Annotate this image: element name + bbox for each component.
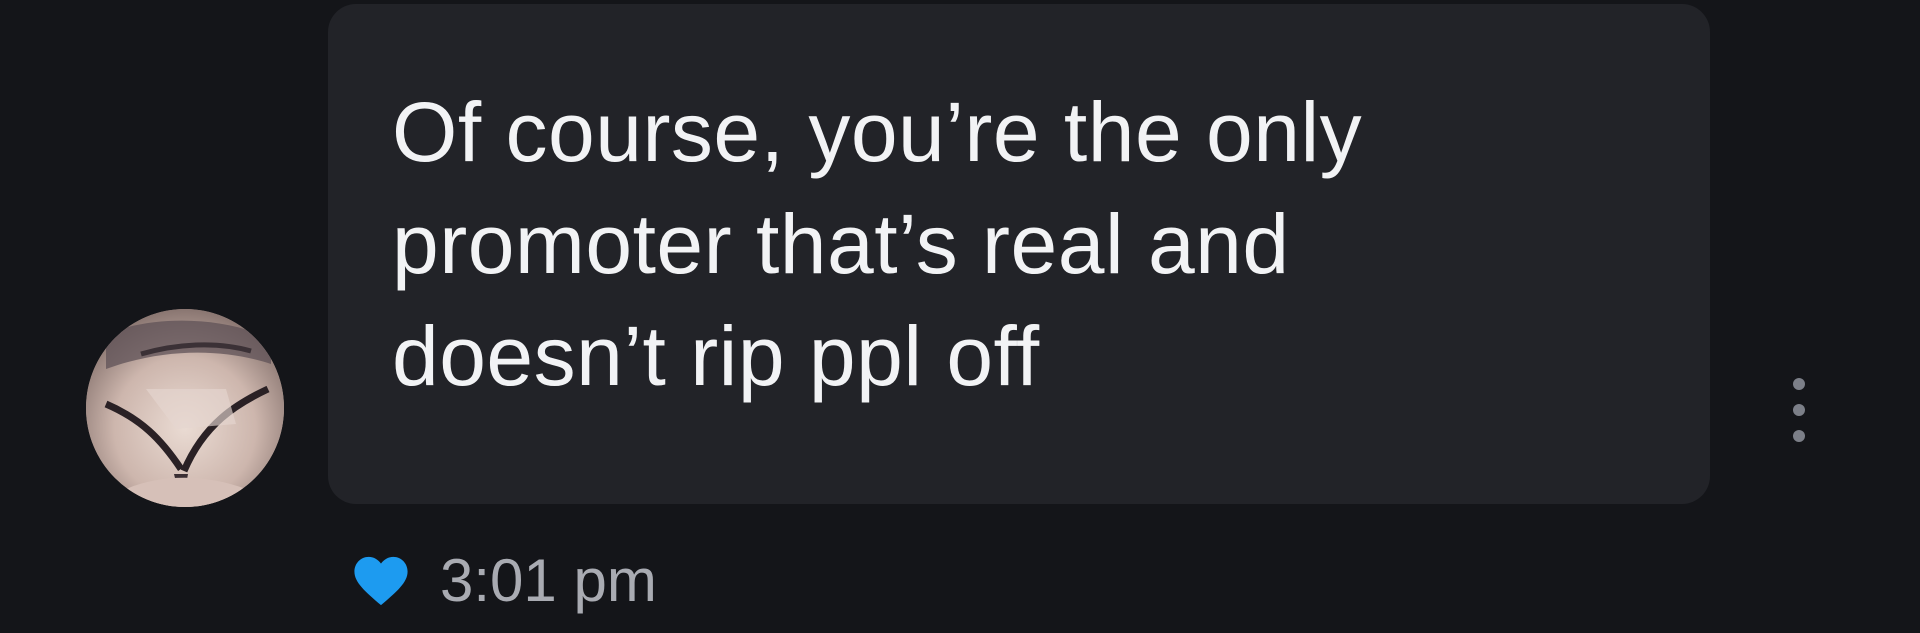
chat-screen: Of course, you’re the only promoter that…	[0, 0, 1920, 633]
message-bubble[interactable]: Of course, you’re the only promoter that…	[328, 4, 1710, 504]
heart-icon[interactable]	[352, 554, 410, 608]
message-timestamp: 3:01 pm	[440, 547, 657, 614]
more-options-button[interactable]	[1784, 378, 1814, 442]
ellipsis-dot-icon	[1793, 378, 1805, 390]
message-meta: 3:01 pm	[352, 546, 657, 616]
ellipsis-dot-icon	[1793, 404, 1805, 416]
message-text: Of course, you’re the only promoter that…	[392, 85, 1363, 403]
ellipsis-dot-icon	[1793, 430, 1805, 442]
profile-photo-image	[86, 309, 284, 507]
avatar[interactable]	[86, 309, 284, 507]
